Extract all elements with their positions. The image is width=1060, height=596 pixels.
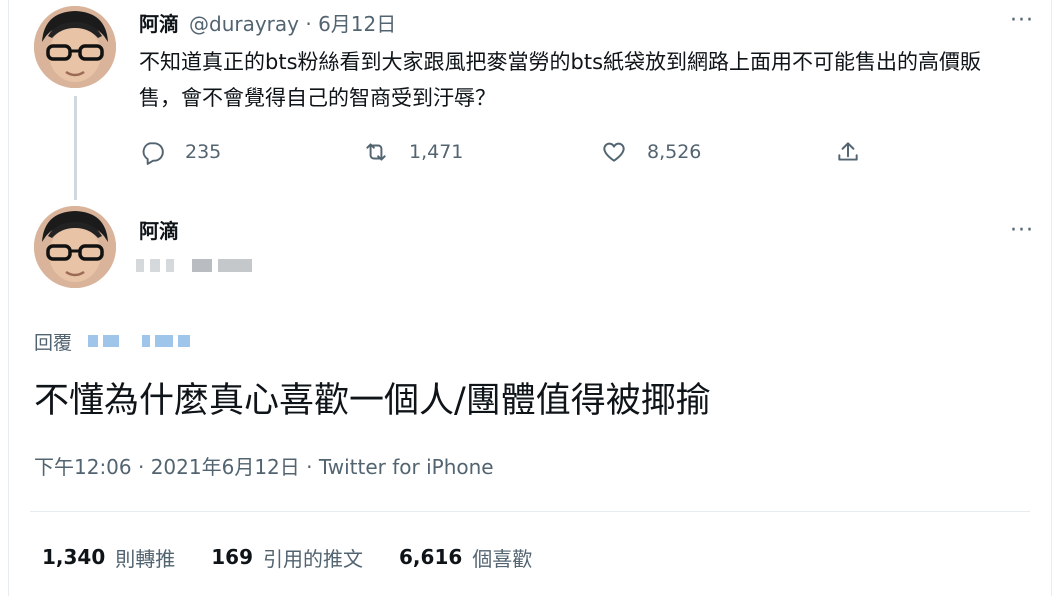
- share-icon: [838, 142, 858, 161]
- tweet1-text: 不知道真正的bts粉絲看到大家跟風把麥當勞的bts紙袋放到網路上面用不可能售出的…: [139, 50, 982, 110]
- thread-connector-line: [74, 96, 77, 200]
- tweet-timestamp[interactable]: 下午12:06 · 2021年6月12日 · Twitter for iPhon…: [34, 451, 494, 480]
- reply-button[interactable]: 235: [139, 136, 221, 168]
- retweet-button[interactable]: 1,471: [363, 136, 463, 168]
- display-name[interactable]: 阿滴: [139, 215, 179, 244]
- more-dots-icon[interactable]: ···: [1010, 218, 1034, 243]
- reply-prefix: 回覆: [34, 331, 73, 354]
- tweet2-text: 不懂為什麼真心喜歡一個人/團體值得被揶揄: [34, 381, 711, 421]
- reply-count: 235: [185, 141, 222, 163]
- avatar[interactable]: [34, 206, 116, 288]
- like-count: 8,526: [647, 141, 702, 163]
- avatar[interactable]: [34, 6, 116, 88]
- tweet-stats: 1,340 則轉推 169 引用的推文 6,616 個喜歡: [42, 540, 568, 574]
- retweets-label: 則轉推: [115, 546, 176, 571]
- tweet-date[interactable]: 6月12日: [318, 12, 396, 36]
- tweet1-actions: 235 1,471 8,526: [139, 136, 899, 168]
- reply-icon: [142, 142, 164, 165]
- tweet1-header: 阿滴 @durayray · 6月12日: [139, 7, 396, 37]
- heart-icon: [603, 142, 625, 162]
- avatar-image: [34, 6, 116, 88]
- retweet-icon: [366, 143, 386, 161]
- quotes-count: 169: [211, 545, 254, 569]
- display-name[interactable]: 阿滴: [139, 8, 179, 37]
- likes-label: 個喜歡: [472, 546, 533, 571]
- avatar-image: [34, 206, 116, 288]
- replying-to: 回覆: [34, 326, 191, 356]
- divider: [30, 511, 1030, 512]
- handle[interactable]: @durayray · 6月12日: [189, 8, 396, 37]
- retweets-count: 1,340: [42, 545, 106, 569]
- likes-stat[interactable]: 6,616 個喜歡: [399, 543, 532, 572]
- blurred-handle: [136, 257, 270, 273]
- retweet-count: 1,471: [409, 141, 464, 163]
- quotes-label: 引用的推文: [263, 546, 364, 571]
- likes-count: 6,616: [399, 545, 463, 569]
- blurred-mention-link[interactable]: [88, 335, 191, 347]
- quotes-stat[interactable]: 169 引用的推文: [211, 543, 363, 572]
- retweets-stat[interactable]: 1,340 則轉推: [42, 543, 175, 572]
- like-button[interactable]: 8,526: [601, 136, 701, 168]
- share-button[interactable]: [835, 136, 881, 168]
- more-dots-icon[interactable]: ···: [1010, 8, 1034, 33]
